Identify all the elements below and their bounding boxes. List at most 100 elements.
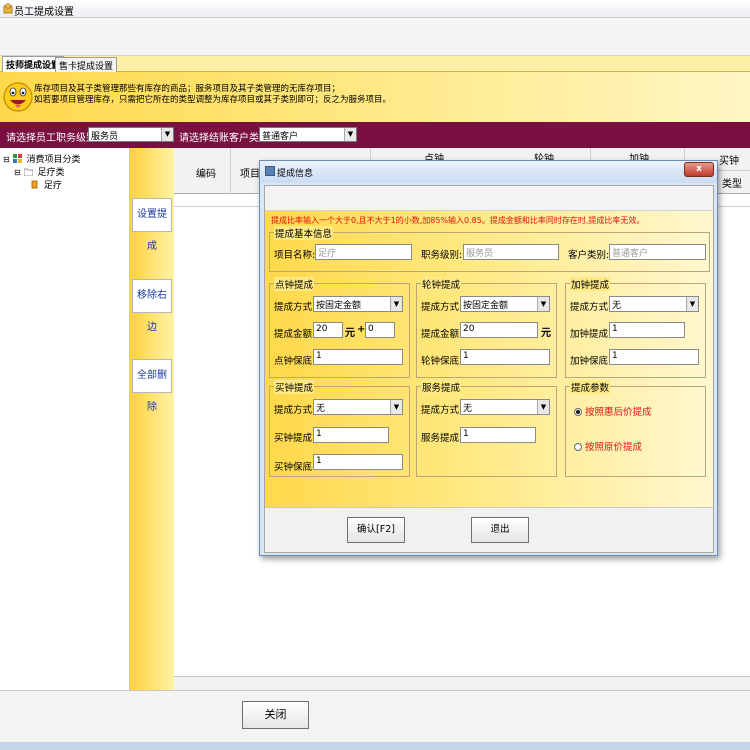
buy-legend: 买钟提成: [274, 380, 315, 394]
confirm-button[interactable]: 确认[F2]: [347, 517, 405, 543]
grid-divider: [230, 148, 231, 194]
chevron-down-icon: ▼: [390, 400, 402, 414]
tree-root-label: 消费项目分类: [26, 155, 81, 165]
collapse-icon[interactable]: ⊟: [3, 155, 10, 164]
staff-level-label: 请选择员工职务级别:: [6, 133, 100, 144]
delete-all-button[interactable]: 全部删除: [132, 359, 172, 413]
collapse-icon[interactable]: ⊟: [14, 168, 21, 177]
buy-commission-label: 买钟提成:: [274, 433, 316, 444]
add-legend: 加钟提成: [570, 277, 611, 291]
service-method-value: 无: [463, 404, 473, 414]
service-commission-label: 服务提成:: [421, 433, 463, 444]
point-extra-field[interactable]: 0: [365, 322, 395, 338]
grid-footer-row: [174, 676, 750, 690]
tree-node-root[interactable]: ⊟ 消费项目分类: [3, 152, 80, 165]
notice-line-2: 如若要项目管理库存，只需把它所在的类型调整为库存项目或其子类别即可；反之为服务项…: [34, 95, 392, 105]
service-commission-field[interactable]: 1: [460, 427, 536, 443]
dialog-content: 提成比率输入一个大于0,且不大于1的小数,加85%输入0.85。提成金额和比率同…: [264, 185, 714, 553]
point-floor-label: 点钟保底:: [274, 356, 316, 367]
rotate-method-select[interactable]: 按固定金额 ▼: [460, 296, 550, 312]
chevron-down-icon: ▼: [390, 297, 402, 311]
rotate-commission-group: 轮钟提成 提成方式: 按固定金额 ▼ 提成金额 20 元 轮钟保底: 1: [416, 277, 557, 378]
smiley-icon: [3, 82, 33, 112]
level-label: 职务级别:: [421, 250, 463, 261]
tab-card-commission[interactable]: 售卡提成设置: [55, 57, 118, 72]
dialog-toolbar: [265, 186, 713, 211]
taskbar: [0, 742, 750, 750]
rotate-legend: 轮钟提成: [421, 277, 462, 291]
point-amount-field[interactable]: 20: [313, 322, 343, 338]
radio-original-price[interactable]: 按照原价提成: [574, 439, 642, 453]
commission-dialog: 提成信息 x 提成比率输入一个大于0,且不大于1的小数,加85%输入0.85。提…: [259, 160, 718, 556]
basic-info-group: 提成基本信息 项目名称: 足疗 职务级别: 服务员 客户类别: 普通客户: [269, 226, 710, 272]
action-column: 设置提成 移除右边 全部删除: [130, 148, 174, 690]
folder-icon: [23, 168, 33, 176]
window-titlebar: 员工提成设置: [0, 0, 750, 18]
set-commission-button[interactable]: 设置提成: [132, 198, 172, 252]
grid-header-type: 类型: [722, 179, 742, 190]
item-name-label: 项目名称:: [274, 250, 316, 261]
chevron-down-icon: ▼: [537, 400, 549, 414]
filter-bar: 请选择员工职务级别: 服务员 ▼ 请选择结账客户类别: 普通客户 ▼: [0, 122, 750, 148]
category-icon: [12, 154, 22, 163]
point-floor-field[interactable]: 1: [313, 349, 403, 365]
add-commission-group: 加钟提成 提成方式: 无 ▼ 加钟提成: 1 加钟保底: 1: [565, 277, 706, 378]
grid-divider: [714, 170, 750, 171]
buy-commission-field[interactable]: 1: [313, 427, 389, 443]
dialog-close-button[interactable]: x: [684, 162, 714, 177]
dialog-titlebar: 提成信息 x: [260, 161, 717, 183]
item-icon: [31, 180, 38, 189]
tab-strip: 技师提成设置 售卡提成设置: [0, 56, 750, 73]
add-floor-field[interactable]: 1: [609, 349, 699, 365]
rotate-amount-field[interactable]: 20: [460, 322, 538, 338]
add-method-select[interactable]: 无 ▼: [609, 296, 699, 312]
app-icon: [3, 3, 13, 14]
add-commission-label: 加钟提成:: [570, 329, 612, 340]
dialog-icon: [265, 166, 275, 176]
point-unit-label: 元: [345, 328, 355, 339]
customer-type-field[interactable]: 普通客户: [609, 244, 706, 260]
buy-method-value: 无: [316, 404, 326, 414]
buy-floor-field[interactable]: 1: [313, 454, 403, 470]
customer-type-select[interactable]: 普通客户 ▼: [259, 127, 357, 142]
category-tree: ⊟ 消费项目分类 ⊟ 足疗类 足疗: [0, 148, 130, 690]
add-commission-field[interactable]: 1: [609, 322, 685, 338]
rotate-method-label: 提成方式:: [421, 302, 463, 313]
customer-type-value: 普通客户: [262, 132, 299, 142]
buy-floor-label: 买钟保底:: [274, 462, 316, 473]
bottom-bar: 关闭: [0, 690, 750, 742]
chevron-down-icon: ▼: [686, 297, 698, 311]
buy-method-label: 提成方式:: [274, 405, 316, 416]
point-method-select[interactable]: 按固定金额 ▼: [313, 296, 403, 312]
rotate-method-value: 按固定金额: [463, 301, 509, 311]
radio-discounted-label: 按照惠后价提成: [585, 407, 652, 418]
tree-node-leaf[interactable]: 足疗: [30, 178, 62, 191]
service-method-label: 提成方式:: [421, 405, 463, 416]
radio-discounted-price[interactable]: 按照惠后价提成: [574, 404, 652, 418]
level-field[interactable]: 服务员: [463, 244, 559, 260]
close-button[interactable]: 关闭: [242, 701, 309, 729]
dialog-title: 提成信息: [277, 169, 314, 179]
toolbar-area: [0, 18, 750, 56]
rotate-floor-label: 轮钟保底:: [421, 356, 463, 367]
warning-text: 提成比率输入一个大于0,且不大于1的小数,加85%输入0.85。提成金额和比率同…: [271, 216, 645, 225]
params-legend: 提成参数: [570, 380, 611, 394]
radio-unselected-icon: [574, 443, 582, 451]
item-name-field[interactable]: 足疗: [315, 244, 412, 260]
service-method-select[interactable]: 无 ▼: [460, 399, 550, 415]
staff-level-select[interactable]: 服务员 ▼: [88, 127, 174, 142]
chevron-down-icon: ▼: [537, 297, 549, 311]
add-method-label: 提成方式:: [570, 302, 612, 313]
rotate-amount-label: 提成金额: [421, 329, 460, 340]
exit-button[interactable]: 退出: [471, 517, 529, 543]
buy-method-select[interactable]: 无 ▼: [313, 399, 403, 415]
buy-commission-group: 买钟提成 提成方式: 无 ▼ 买钟提成: 1 买钟保底: 1: [269, 380, 410, 477]
tree-leaf-label: 足疗: [43, 181, 62, 191]
rotate-floor-field[interactable]: 1: [460, 349, 550, 365]
radio-selected-icon: [574, 408, 582, 416]
remove-right-button[interactable]: 移除右边: [132, 279, 172, 333]
basic-info-legend: 提成基本信息: [274, 226, 334, 240]
tree-node-child[interactable]: ⊟ 足疗类: [14, 165, 64, 178]
tree-child-label: 足疗类: [37, 168, 65, 178]
point-legend: 点钟提成: [274, 277, 315, 291]
